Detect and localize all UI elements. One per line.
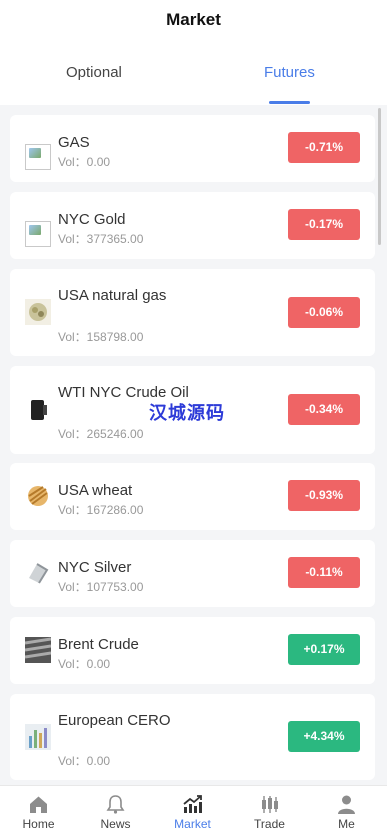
nav-label: News	[100, 817, 131, 831]
change-badge[interactable]: -0.17%	[288, 209, 360, 240]
header: Market Optional Futures	[0, 0, 387, 105]
page-title: Market	[166, 10, 221, 29]
natural-gas-image-icon	[25, 299, 51, 325]
list-item[interactable]: USA natural gas Vol：158798.00 -0.06%	[10, 269, 375, 356]
change-badge[interactable]: -0.34%	[288, 394, 360, 425]
broken-image-icon	[25, 144, 51, 170]
list-item[interactable]: GAS Vol：0.00 -0.71%	[10, 115, 375, 182]
candlestick-icon	[262, 796, 278, 813]
nav-label: Me	[338, 817, 355, 831]
item-volume: Vol：107753.00	[58, 580, 144, 594]
item-name: European CERO	[58, 712, 171, 729]
nav-me[interactable]: Me	[308, 786, 385, 838]
nav-label: Trade	[254, 817, 285, 831]
change-badge[interactable]: -0.93%	[288, 480, 360, 511]
list-item[interactable]: Brent Crude Vol：0.00 +0.17%	[10, 617, 375, 684]
pipeline-icon	[24, 637, 52, 663]
item-volume: Vol：0.00	[58, 754, 111, 768]
chart-icon	[183, 795, 202, 813]
item-name: USA natural gas	[58, 287, 167, 304]
nav-market[interactable]: Market	[154, 786, 231, 838]
broken-image-icon	[25, 221, 51, 247]
item-name: NYC Silver	[58, 559, 132, 576]
futures-list[interactable]: GAS Vol：0.00 -0.71% NYC Gold Vol：377365.…	[0, 105, 387, 785]
list-item[interactable]: European CERO Vol：0.00 +4.34%	[10, 694, 375, 780]
change-badge[interactable]: -0.71%	[288, 132, 360, 163]
watermark: 汉城源码	[149, 403, 225, 423]
item-name: Brent Crude	[58, 636, 139, 653]
change-badge[interactable]: +4.34%	[288, 721, 360, 752]
item-volume: Vol：167286.00	[58, 503, 144, 517]
active-tab-indicator	[269, 101, 310, 104]
nav-label: Market	[174, 817, 211, 831]
item-volume: Vol：158798.00	[58, 330, 144, 344]
item-volume: Vol：0.00	[58, 657, 111, 671]
home-icon	[30, 796, 47, 813]
nav-news[interactable]: News	[77, 786, 154, 838]
list-item[interactable]: NYC Silver Vol：107753.00 -0.11%	[10, 540, 375, 607]
bottom-nav: Home News Market Trade Me	[0, 785, 387, 838]
person-icon	[338, 795, 355, 814]
nav-label: Home	[22, 817, 55, 831]
change-badge[interactable]: +0.17%	[288, 634, 360, 665]
item-name: GAS	[58, 134, 90, 151]
tab-optional[interactable]: Optional	[66, 64, 122, 81]
nav-trade[interactable]: Trade	[231, 786, 308, 838]
item-volume: Vol：377365.00	[58, 232, 144, 246]
item-volume: Vol：0.00	[58, 155, 111, 169]
item-name: USA wheat	[58, 482, 133, 499]
wheat-icon	[25, 483, 51, 509]
list-item[interactable]: USA wheat Vol：167286.00 -0.93%	[10, 463, 375, 530]
oil-barrel-icon	[25, 397, 51, 423]
list-item[interactable]: NYC Gold Vol：377365.00 -0.17%	[10, 192, 375, 259]
change-badge[interactable]: -0.06%	[288, 297, 360, 328]
item-volume: Vol：265246.00	[58, 427, 144, 441]
nav-home[interactable]: Home	[0, 786, 77, 838]
tab-futures[interactable]: Futures	[264, 64, 315, 81]
bell-icon	[106, 795, 125, 814]
bar-chart-image-icon	[25, 724, 51, 750]
item-name: NYC Gold	[58, 211, 126, 228]
scrollbar[interactable]	[378, 108, 381, 245]
silver-icon	[25, 560, 51, 586]
change-badge[interactable]: -0.11%	[288, 557, 360, 588]
